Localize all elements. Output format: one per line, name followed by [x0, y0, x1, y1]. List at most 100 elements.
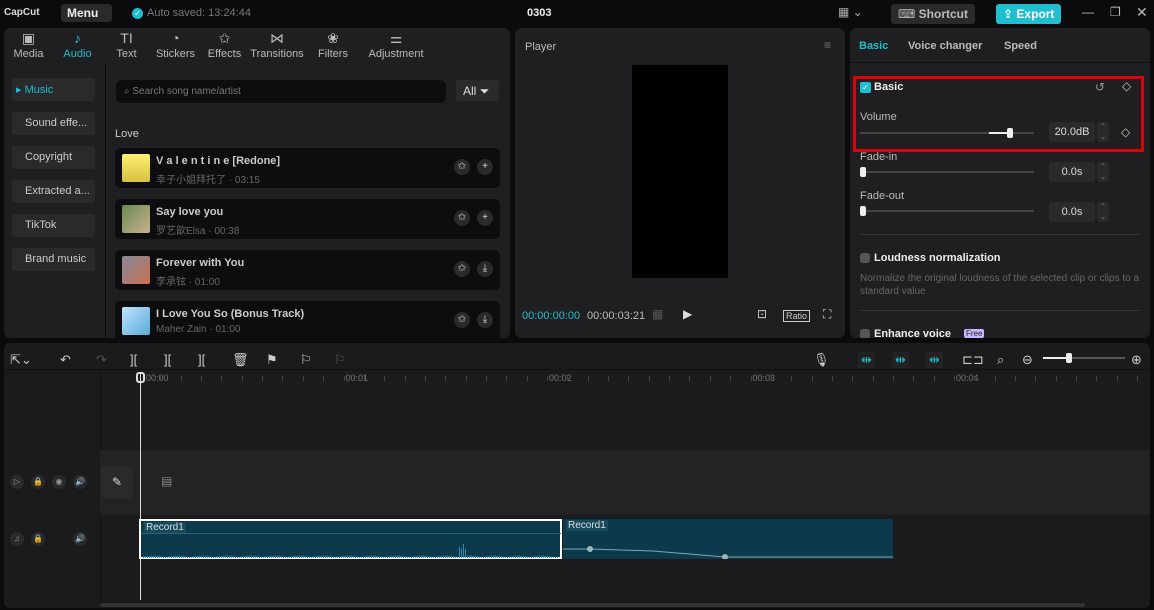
ai-marker-icon[interactable]: ⚑: [266, 352, 278, 368]
project-title: 0303: [527, 7, 552, 19]
song-item[interactable]: Say love you 罗艺歆Elsa · 00:38 ✩ +: [115, 199, 500, 239]
auto-snap-icon[interactable]: ⇹: [892, 352, 909, 368]
song-item[interactable]: Forever with You 李承铉 · 01:00 ✩ ⤓: [115, 250, 500, 290]
lock-icon[interactable]: 🔒: [31, 475, 45, 489]
select-tool-icon[interactable]: ⇱⌄: [10, 352, 32, 368]
audio-clip[interactable]: Record1: [563, 519, 893, 559]
loudness-checkbox[interactable]: [860, 253, 870, 263]
add-icon[interactable]: +: [477, 210, 493, 226]
ruler-tick: [506, 376, 508, 381]
filter-icon: ⏷: [479, 84, 490, 98]
export-button[interactable]: ⇪ Export: [996, 4, 1062, 24]
audio-category[interactable]: Sound effe...: [12, 112, 95, 135]
volume-stepper[interactable]: ⌃ ⌄: [1097, 122, 1109, 142]
marker-icon[interactable]: ⚐: [300, 352, 312, 368]
tab-effects[interactable]: ✩ Effects: [200, 30, 249, 64]
delete-icon[interactable]: 🗑: [232, 352, 249, 368]
play-button[interactable]: ▶: [683, 307, 692, 321]
tab-text[interactable]: TI Text: [102, 30, 151, 64]
zoom-fit-icon[interactable]: ⊡: [757, 307, 767, 321]
tab-audio[interactable]: ♪ Audio: [53, 30, 102, 64]
horizontal-scrollbar[interactable]: [100, 603, 1085, 607]
tab-voice-changer[interactable]: Voice changer: [908, 40, 982, 52]
volume-icon[interactable]: 🔊: [73, 475, 87, 489]
basic-checkbox[interactable]: ✓: [860, 82, 871, 93]
audio-volume-icon[interactable]: 🔊: [73, 532, 87, 546]
add-icon[interactable]: +: [477, 159, 493, 175]
filter-button[interactable]: All ⏷: [456, 80, 499, 101]
audio-category[interactable]: Brand music: [12, 248, 95, 271]
favorite-icon[interactable]: ✩: [454, 261, 470, 277]
enhance-voice-checkbox[interactable]: [860, 329, 870, 338]
ruler-tick: [1035, 376, 1037, 381]
microphone-icon[interactable]: 🎙: [813, 352, 830, 368]
audio-category[interactable]: Extracted a...: [12, 180, 95, 203]
playhead[interactable]: [140, 372, 141, 600]
audio-lock-icon[interactable]: 🔒: [31, 532, 45, 546]
tab-adjustment[interactable]: ⚌ Adjustment: [361, 30, 431, 64]
link-icon[interactable]: ⇹: [926, 352, 943, 368]
menu-button[interactable]: Menu ⌄: [61, 4, 112, 33]
fullscreen-icon[interactable]: ⛶: [823, 307, 831, 322]
playhead-handle[interactable]: [136, 372, 145, 383]
close-icon[interactable]: ✕: [1136, 4, 1148, 21]
tab-filters[interactable]: ❀ Filters: [305, 30, 361, 64]
audio-clip-selected[interactable]: Record1: [139, 519, 562, 559]
layout-icon[interactable]: ▦ ⌄: [838, 5, 863, 19]
eye-icon[interactable]: ◉: [52, 475, 66, 489]
fadein-slider[interactable]: [860, 167, 1034, 177]
keyboard-icon: ⌨: [898, 7, 916, 21]
volume-envelope[interactable]: [563, 539, 893, 559]
favorite-icon[interactable]: ✩: [454, 159, 470, 175]
ruler-tick: [994, 376, 996, 381]
song-search-input[interactable]: ⌕ Search song name/artist: [116, 80, 446, 103]
minimize-icon[interactable]: —: [1082, 5, 1094, 19]
undo-icon[interactable]: ↶: [60, 352, 71, 368]
tab-media[interactable]: ▣ Media: [4, 30, 53, 64]
download-icon[interactable]: ⤓: [477, 312, 493, 328]
fadeout-value[interactable]: 0.0s: [1049, 202, 1095, 222]
redo-icon[interactable]: ↷: [96, 352, 107, 368]
album-art: [122, 205, 150, 233]
tab-basic[interactable]: Basic: [859, 40, 888, 52]
audio-category[interactable]: ▸ Music: [12, 78, 95, 101]
ruler-tick: [587, 376, 589, 381]
tab-stickers[interactable]: ◔ Stickers: [151, 30, 200, 64]
ruler-tick: [974, 376, 976, 381]
song-item[interactable]: V a l e n t i n e [Redone] 幸子小姐拜托了 · 03:1…: [115, 148, 500, 188]
tab-speed[interactable]: Speed: [1004, 40, 1037, 52]
fadein-stepper[interactable]: ⌃ ⌄: [1097, 162, 1109, 182]
shortcut-button[interactable]: ⌨ Shortcut: [891, 4, 976, 24]
remove-marker-icon[interactable]: ⚐: [334, 352, 346, 368]
zoom-out-icon[interactable]: ⊖: [1022, 352, 1033, 368]
restore-icon[interactable]: ❐: [1110, 5, 1121, 19]
zoom-to-fit-icon[interactable]: ⌕: [997, 352, 1004, 368]
fadeout-stepper[interactable]: ⌃ ⌄: [1097, 202, 1109, 222]
zoom-in-icon[interactable]: ⊕: [1131, 352, 1142, 368]
split-right-icon[interactable]: ][: [198, 352, 205, 367]
keyframe-icon[interactable]: ◇: [1122, 79, 1131, 93]
ratio-button[interactable]: Ratio: [783, 310, 811, 322]
volume-value[interactable]: 20.0dB: [1049, 122, 1095, 142]
audio-category[interactable]: TikTok: [12, 214, 95, 237]
main-track-magnet-icon[interactable]: ⇹: [858, 352, 875, 368]
favorite-icon[interactable]: ✩: [454, 210, 470, 226]
fadeout-slider[interactable]: [860, 206, 1034, 216]
grid-icon[interactable]: ▦: [652, 307, 663, 321]
reset-icon[interactable]: ↺: [1095, 80, 1105, 94]
ruler-tick: [526, 376, 528, 381]
split-icon[interactable]: ][: [130, 352, 137, 367]
preview-axis-icon[interactable]: ⊏⊐: [962, 352, 984, 368]
cover-edit-button[interactable]: ✎: [101, 466, 133, 498]
tab-transitions[interactable]: ⋈ Transitions: [249, 30, 305, 64]
timeline-zoom-slider[interactable]: [1043, 353, 1125, 363]
volume-slider[interactable]: [860, 128, 1034, 138]
audio-category[interactable]: Copyright: [12, 146, 95, 169]
song-item[interactable]: I Love You So (Bonus Track) Maher Zain · …: [115, 301, 500, 341]
download-icon[interactable]: ⤓: [477, 261, 493, 277]
volume-keyframe-icon[interactable]: ◇: [1121, 125, 1130, 139]
fadein-value[interactable]: 0.0s: [1049, 162, 1095, 182]
favorite-icon[interactable]: ✩: [454, 312, 470, 328]
split-left-icon[interactable]: ][: [164, 352, 171, 367]
hamburger-icon[interactable]: ≡: [824, 38, 831, 52]
